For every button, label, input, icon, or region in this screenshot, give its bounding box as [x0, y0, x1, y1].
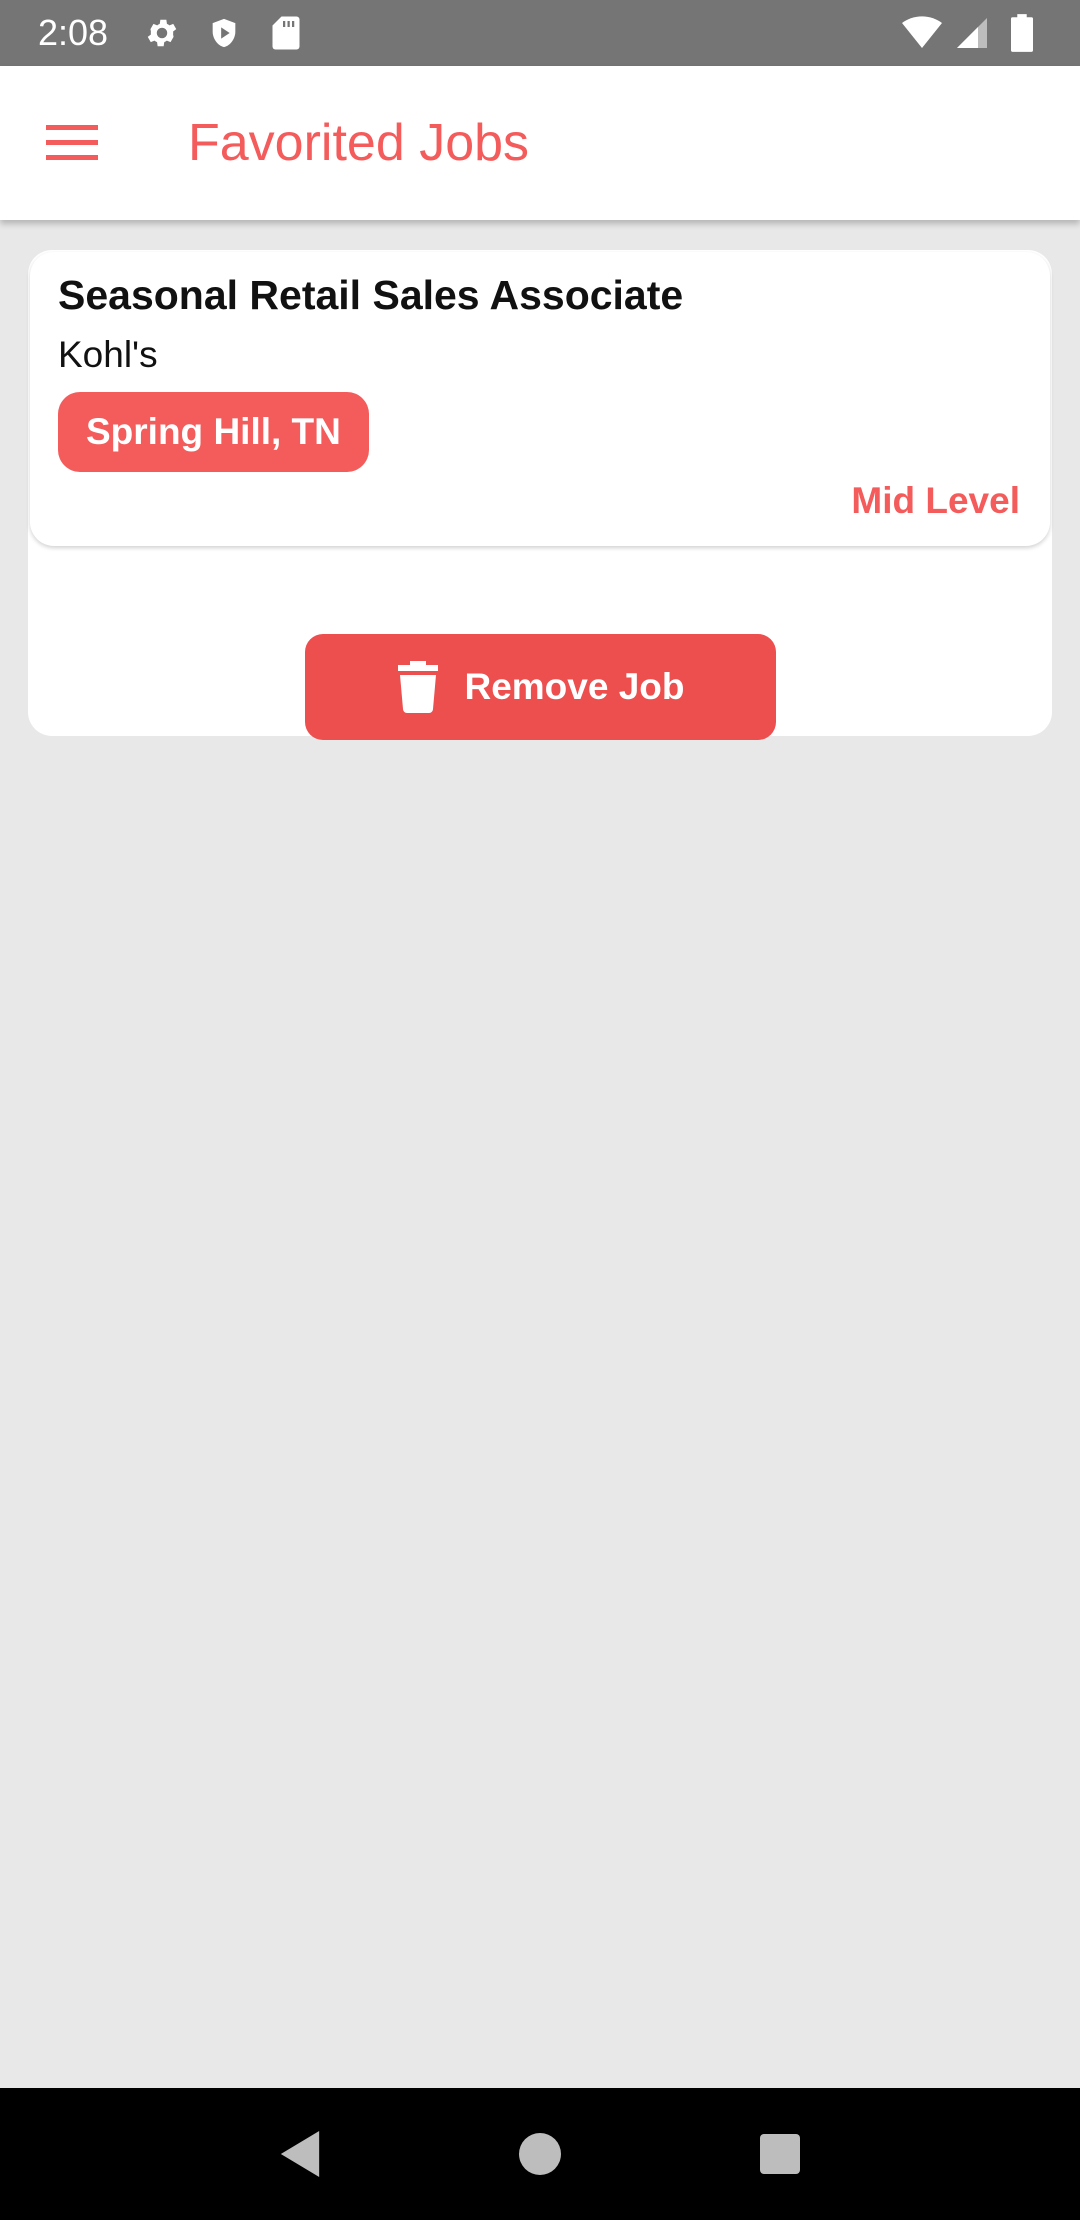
shield-play-icon	[204, 13, 244, 53]
cell-signal-icon	[952, 13, 992, 53]
job-card[interactable]: Seasonal Retail Sales Associate Kohl's S…	[30, 252, 1050, 546]
recents-icon[interactable]	[744, 2118, 816, 2190]
page-title: Favorited Jobs	[188, 114, 530, 172]
home-icon[interactable]	[504, 2118, 576, 2190]
back-icon[interactable]	[264, 2118, 336, 2190]
wifi-icon	[902, 13, 942, 53]
job-company: Kohl's	[58, 334, 158, 375]
remove-job-button[interactable]: Remove Job	[305, 634, 776, 740]
trash-icon	[396, 660, 440, 714]
sd-card-icon	[266, 13, 306, 53]
location-badge[interactable]: Spring Hill, TN	[58, 392, 369, 472]
gear-icon	[142, 13, 182, 53]
status-right-icons	[892, 13, 1042, 53]
job-level: Mid Level	[851, 480, 1020, 521]
status-time: 2:08	[38, 12, 109, 53]
hamburger-menu-icon[interactable]	[36, 107, 108, 179]
favorite-job-item: Seasonal Retail Sales Associate Kohl's S…	[28, 250, 1052, 740]
favorites-list: Seasonal Retail Sales Associate Kohl's S…	[0, 220, 1080, 2088]
status-bar: 2:08	[0, 0, 1080, 66]
app-bar: Favorited Jobs	[0, 66, 1080, 220]
system-nav-bar	[0, 2088, 1080, 2220]
battery-icon	[1002, 13, 1042, 53]
remove-job-label: Remove Job	[464, 666, 685, 707]
job-title: Seasonal Retail Sales Associate	[58, 272, 684, 318]
